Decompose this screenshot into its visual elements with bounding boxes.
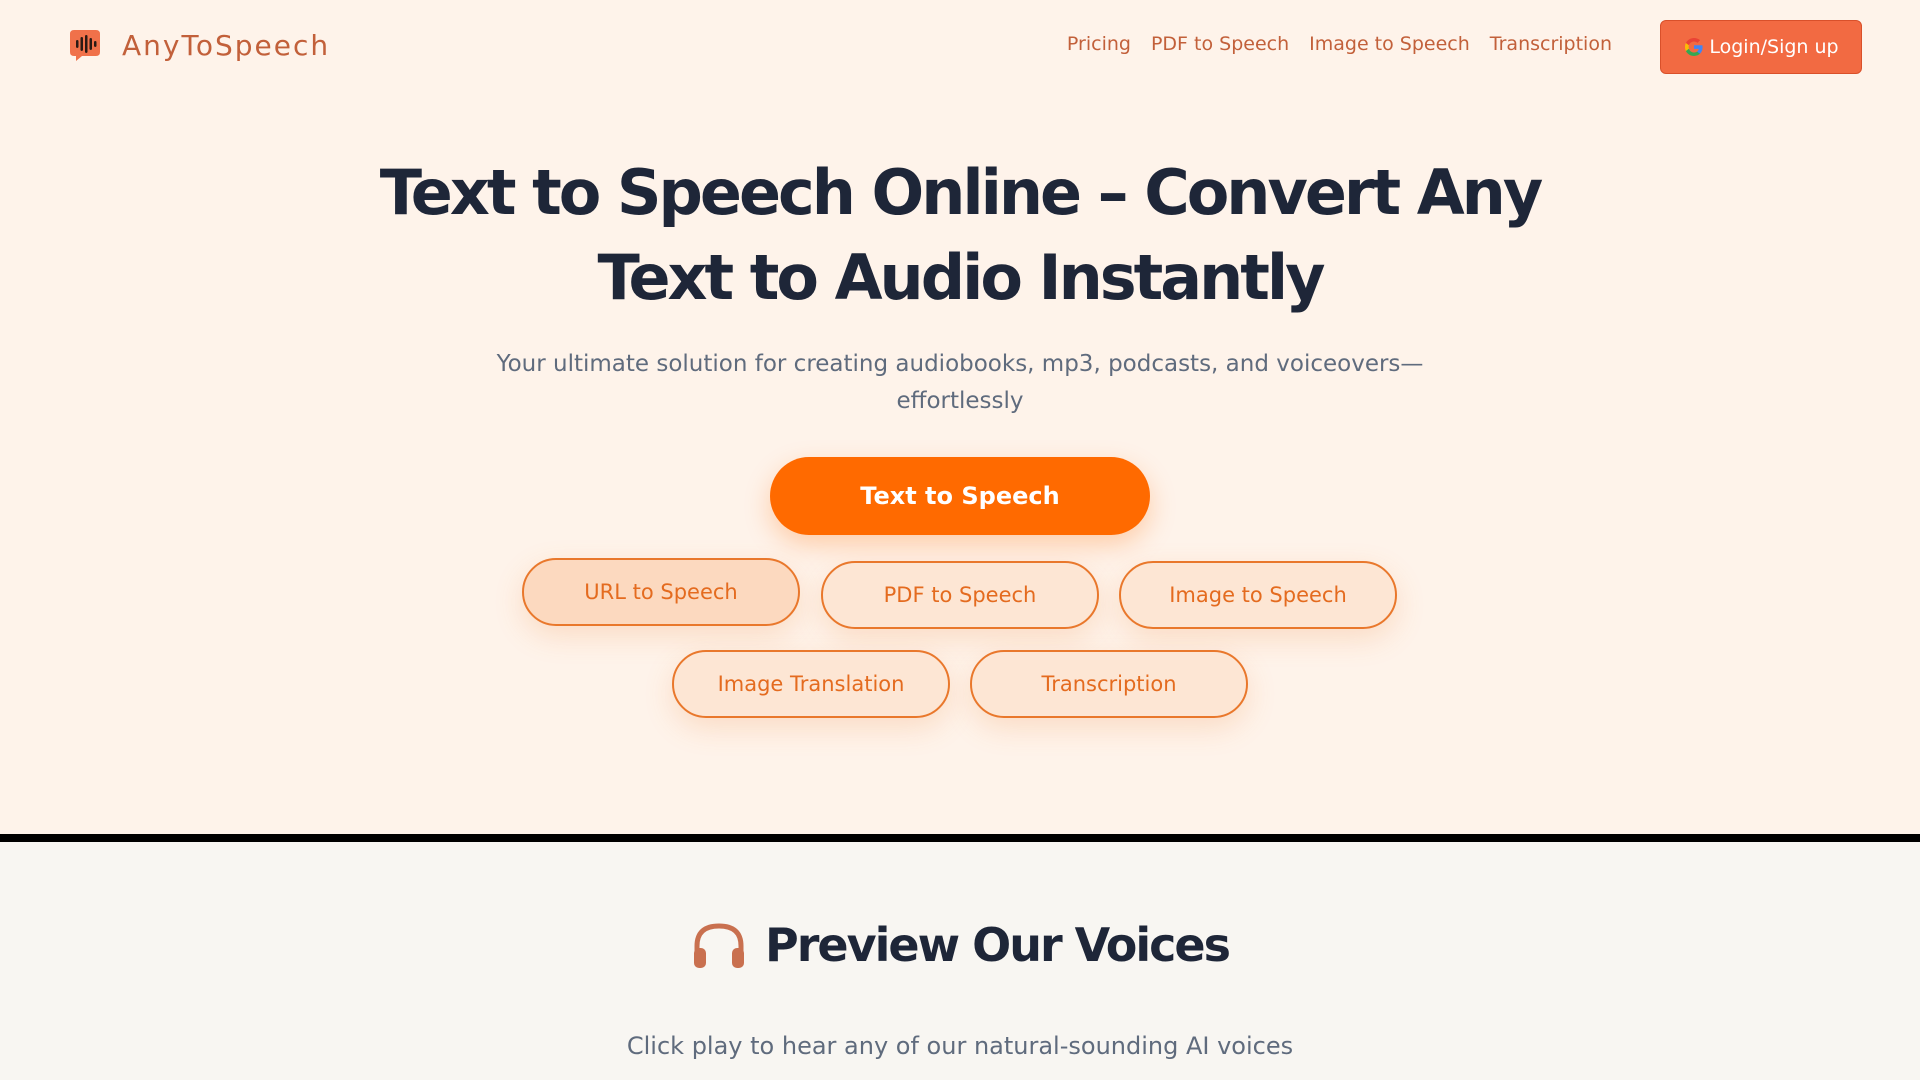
nav-links: Pricing PDF to Speech Image to Speech Tr… xyxy=(1067,33,1612,55)
page: AnyToSpeech Pricing PDF to Speech Image … xyxy=(0,0,1920,1080)
preview-voices-section: Preview Our Voices Click play to hear an… xyxy=(0,842,1920,1080)
nav-link-pdf-to-speech[interactable]: PDF to Speech xyxy=(1151,33,1289,55)
image-translation-button[interactable]: Image Translation xyxy=(672,650,950,718)
image-to-speech-button[interactable]: Image to Speech xyxy=(1119,561,1397,629)
nav-link-image-to-speech[interactable]: Image to Speech xyxy=(1309,33,1470,55)
speech-bubble-waveform-icon xyxy=(70,30,100,61)
google-icon xyxy=(1685,38,1703,56)
top-navbar: AnyToSpeech Pricing PDF to Speech Image … xyxy=(0,0,1920,92)
preview-subtitle: Click play to hear any of our natural-so… xyxy=(626,1032,1294,1060)
text-to-speech-button[interactable]: Text to Speech xyxy=(770,457,1150,535)
section-divider xyxy=(0,834,1920,842)
nav-link-transcription[interactable]: Transcription xyxy=(1490,33,1612,55)
nav-link-pricing[interactable]: Pricing xyxy=(1067,33,1131,55)
brand-link[interactable]: AnyToSpeech xyxy=(68,28,330,62)
pdf-to-speech-button[interactable]: PDF to Speech xyxy=(821,561,1099,629)
login-signup-button[interactable]: Login/Sign up xyxy=(1660,20,1862,74)
headphones-icon xyxy=(694,923,745,968)
brand-name: AnyToSpeech xyxy=(122,28,331,62)
transcription-button[interactable]: Transcription xyxy=(970,650,1248,718)
preview-title: Preview Our Voices xyxy=(765,918,1231,972)
hero-title: Text to Speech Online – Convert Any Text… xyxy=(379,156,1544,314)
url-to-speech-button[interactable]: URL to Speech xyxy=(522,558,800,626)
hero-subtitle: Your ultimate solution for creating audi… xyxy=(496,351,1424,414)
login-signup-label: Login/Sign up xyxy=(1709,36,1839,58)
preview-heading: Preview Our Voices xyxy=(0,918,1920,972)
